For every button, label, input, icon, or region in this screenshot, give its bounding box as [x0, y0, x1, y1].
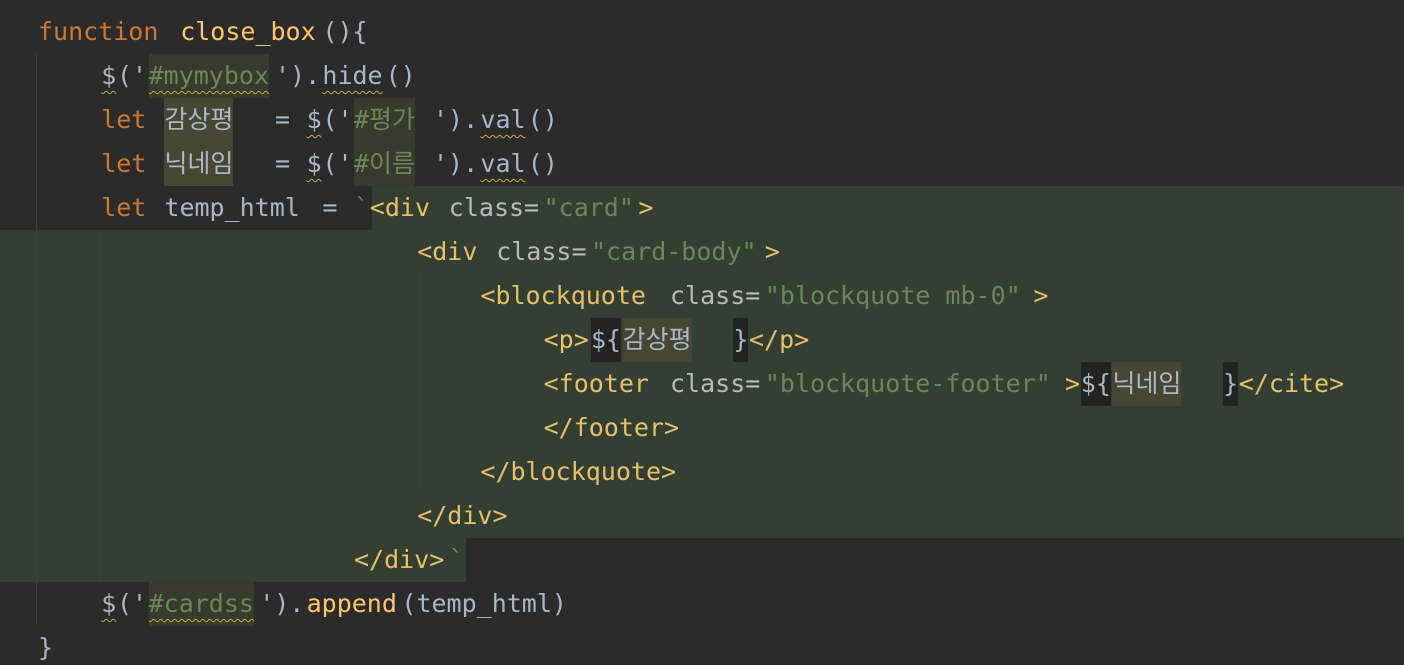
- code-token: <div: [417, 237, 478, 266]
- code-token: }: [1223, 362, 1239, 406]
- code-token: ${: [591, 318, 622, 362]
- code-token: ').: [433, 149, 479, 178]
- code-line[interactable]: <p> ${감상평} </p>: [0, 318, 1404, 362]
- code-token: }: [38, 633, 54, 662]
- code-token: $: [306, 149, 322, 178]
- code-token: close_box: [180, 17, 316, 46]
- code-token: #이름: [354, 142, 416, 186]
- code-token: 닉네임: [164, 142, 234, 186]
- code-token: <div: [369, 193, 431, 222]
- code-line[interactable]: }: [0, 626, 1404, 665]
- code-token: append: [306, 589, 397, 618]
- code-line[interactable]: let temp_html = ` <div class= "card" >: [0, 186, 1404, 230]
- code-token: `: [448, 545, 464, 574]
- code-line[interactable]: </blockquote>: [0, 450, 1404, 494]
- code-token: <blockquote: [480, 281, 646, 310]
- code-line[interactable]: <div class= "card-body" >: [0, 230, 1404, 274]
- code-token: ').: [259, 589, 305, 618]
- code-token: (': [322, 149, 353, 178]
- code-token: >: [638, 193, 654, 222]
- code-line[interactable]: <footer class= "blockquote-footer" > ${닉네임} <…: [0, 362, 1404, 406]
- code-token: >: [1065, 369, 1081, 398]
- code-token: #cardss: [148, 582, 254, 626]
- code-token: #mymybox: [148, 54, 270, 98]
- code-token: class=: [496, 237, 587, 266]
- code-token: ').: [275, 61, 321, 90]
- code-token: (temp_html): [401, 589, 567, 618]
- code-token: =: [322, 193, 338, 222]
- code-token: val: [480, 149, 526, 178]
- code-token: 닉네임: [1112, 362, 1182, 406]
- code-line[interactable]: let 닉네임 = $ (' #이름 '). val(): [0, 142, 1404, 186]
- code-line[interactable]: <blockquote class= "blockquote mb-0" >: [0, 274, 1404, 318]
- code-token: </div>: [354, 545, 445, 574]
- code-token: </cite>: [1238, 369, 1345, 398]
- code-token: }: [733, 318, 749, 362]
- code-token: (): [385, 61, 416, 90]
- code-token: ').: [433, 105, 479, 134]
- code-token: (){: [322, 17, 368, 46]
- code-token: <p>: [543, 325, 589, 354]
- code-line[interactable]: </div>: [0, 494, 1404, 538]
- code-token: (': [117, 589, 148, 618]
- code-token: $: [306, 105, 322, 134]
- code-token: 감상평: [164, 98, 234, 142]
- code-token: #평가: [354, 98, 416, 142]
- code-token: "blockquote mb-0": [764, 281, 1021, 310]
- code-token: =: [275, 105, 291, 134]
- code-token: class=: [448, 193, 540, 222]
- code-token: (): [527, 149, 558, 178]
- code-token: =: [275, 149, 291, 178]
- code-token: </p>: [749, 325, 810, 354]
- code-token: ${: [1080, 362, 1111, 406]
- code-token: let: [101, 105, 147, 134]
- code-token: "card": [543, 193, 634, 222]
- code-token: function: [38, 17, 159, 46]
- code-token: let: [101, 193, 147, 222]
- code-line[interactable]: let 감상평 = $ (' #평가 '). val(): [0, 98, 1404, 142]
- code-token: `: [354, 193, 370, 222]
- code-token: </div>: [417, 501, 508, 530]
- code-line[interactable]: $ (' #mymybox '). hide(): [0, 54, 1404, 98]
- code-token: hide: [322, 61, 383, 90]
- code-token: <footer: [543, 369, 649, 398]
- code-token: (': [322, 105, 353, 134]
- code-line[interactable]: </footer>: [0, 406, 1404, 450]
- code-token: $: [101, 589, 117, 618]
- code-token: $: [101, 61, 117, 90]
- code-token: "blockquote-footer": [764, 369, 1051, 398]
- code-token: (): [527, 105, 558, 134]
- code-token: val: [480, 105, 526, 134]
- code-token: "card-body": [591, 237, 757, 266]
- code-token: >: [1033, 281, 1049, 310]
- code-line[interactable]: </div> `: [0, 538, 1404, 582]
- code-token: </footer>: [543, 413, 680, 442]
- code-token: (': [117, 61, 148, 90]
- code-line[interactable]: $ (' #cardss '). append (temp_html): [0, 582, 1404, 626]
- code-token: temp_html: [164, 193, 300, 222]
- code-token: 감상평: [622, 318, 692, 362]
- code-token: >: [764, 237, 780, 266]
- code-token: let: [101, 149, 147, 178]
- code-token: class=: [670, 281, 761, 310]
- code-line[interactable]: function close_box(){: [0, 10, 1404, 54]
- code-token: </blockquote>: [480, 457, 677, 486]
- code-editor[interactable]: function close_box(){$ (' #mymybox '). hide()…: [0, 0, 1404, 665]
- code-token: class=: [670, 369, 761, 398]
